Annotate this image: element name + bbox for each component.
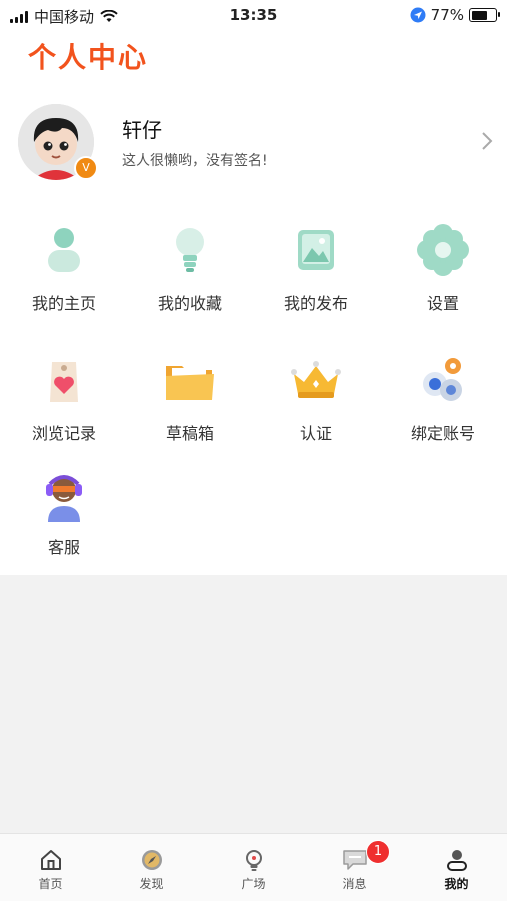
crown-icon	[291, 361, 341, 398]
folder-icon	[166, 366, 214, 400]
menu-label: 草稿箱	[165, 424, 214, 443]
support-agent-icon	[46, 475, 82, 522]
menu-my-favorites[interactable]: 我的收藏	[127, 222, 253, 314]
verified-badge-icon: V	[74, 156, 98, 180]
menu-label: 我的收藏	[157, 294, 222, 313]
battery-percent: 77%	[430, 6, 464, 24]
menu-drafts[interactable]: 草稿箱	[127, 352, 253, 444]
location-icon	[410, 7, 426, 23]
bottom-tab-bar: 首页 发现 广场 消息 1 我的	[0, 833, 507, 901]
battery-fill	[471, 10, 487, 20]
bulb-square-icon	[245, 850, 262, 871]
linked-accounts-icon	[423, 358, 462, 401]
message-icon	[342, 850, 367, 870]
home-icon	[40, 850, 61, 870]
menu-my-posts[interactable]: 我的发布	[253, 222, 379, 314]
tab-label: 消息	[342, 877, 367, 891]
status-right: 77%	[410, 6, 500, 24]
status-bar: 中国移动 13:35 77%	[0, 0, 507, 32]
lightbulb-icon	[176, 228, 204, 272]
page-title: 个人中心	[28, 41, 149, 74]
tab-label: 发现	[139, 877, 164, 891]
menu-my-homepage[interactable]: 我的主页	[1, 222, 127, 314]
menu-browse-history[interactable]: 浏览记录	[1, 352, 127, 444]
menu-label: 设置	[426, 294, 459, 313]
unread-badge: 1	[366, 840, 390, 864]
tab-label: 广场	[241, 877, 266, 891]
tab-home[interactable]: 首页	[0, 834, 101, 901]
menu-label: 绑定账号	[410, 424, 475, 443]
menu-customer-service[interactable]: 客服	[1, 466, 127, 558]
compass-icon	[141, 850, 162, 870]
tab-label: 首页	[38, 877, 63, 891]
menu-label: 认证	[299, 424, 332, 443]
tab-discover[interactable]: 发现	[101, 834, 202, 901]
menu-label: 客服	[47, 538, 80, 557]
menu-label: 浏览记录	[31, 424, 96, 443]
image-icon	[298, 230, 334, 270]
tab-square[interactable]: 广场	[203, 834, 304, 901]
battery-icon	[469, 8, 500, 22]
user-name: 轩仔	[122, 118, 162, 142]
menu-label: 我的主页	[31, 294, 96, 313]
user-icon	[48, 228, 80, 272]
tab-mine[interactable]: 我的	[406, 834, 507, 901]
menu-verification[interactable]: 认证	[253, 352, 379, 444]
chevron-right-icon[interactable]	[478, 130, 496, 152]
tab-label: 我的	[444, 877, 469, 891]
menu-label: 我的发布	[283, 294, 348, 313]
tag-heart-icon	[50, 362, 78, 402]
user-signature: 这人很懒哟，没有签名!	[122, 153, 268, 169]
menu-bind-account[interactable]: 绑定账号	[380, 352, 506, 444]
profile-icon	[446, 850, 467, 871]
flower-settings-icon	[417, 224, 469, 276]
menu-settings[interactable]: 设置	[380, 222, 506, 314]
profile-card[interactable]: V 轩仔 这人很懒哟，没有签名!	[18, 104, 498, 184]
tab-messages[interactable]: 消息 1	[304, 834, 405, 901]
